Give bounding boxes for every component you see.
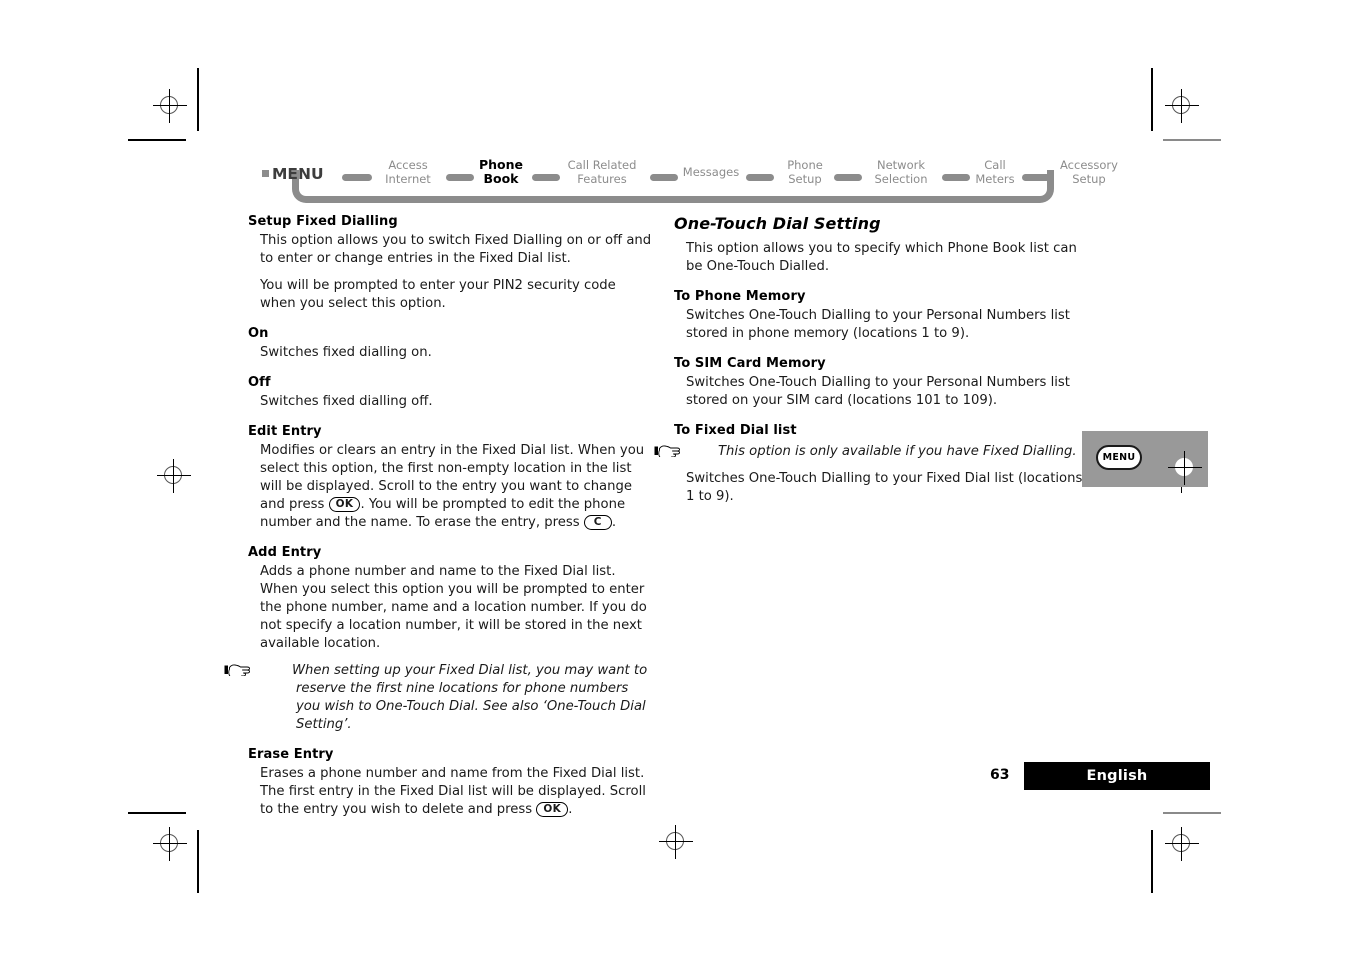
pointing-hand-icon — [654, 444, 716, 460]
menu-item-line2: Setup — [1072, 171, 1106, 186]
registration-mark-top-left — [153, 89, 187, 123]
menu-item-line2: Setup — [788, 171, 822, 186]
menu-item-messages[interactable]: Messages — [674, 165, 748, 180]
menu-root-label: MENU — [262, 165, 324, 183]
paragraph-add-entry: Adds a phone number and name to the Fixe… — [260, 564, 647, 651]
edit-text-c: . — [611, 515, 617, 530]
paragraph-on: Switches fixed dialling on. — [260, 345, 432, 360]
paragraph-off: Switches fixed dialling off. — [260, 394, 433, 409]
registration-mark-top-right — [1165, 89, 1199, 123]
paragraph-to-sim-card-memory: Switches One-Touch Dialling to your Pers… — [686, 375, 1070, 408]
key-c-icon: C — [583, 515, 612, 530]
paragraph-edit-entry: Modifies or clears an entry in the Fixed… — [248, 442, 652, 532]
heading-to-phone-memory: To Phone Memory — [674, 289, 806, 304]
menu-connector-4 — [746, 174, 774, 181]
menu-item-accessory-setup[interactable]: Accessory Setup — [1046, 158, 1132, 186]
key-ok-icon: OK — [328, 497, 361, 512]
section-title-one-touch-dial-setting: One-Touch Dial Setting — [674, 214, 881, 233]
registration-mark-bottom-right — [1165, 827, 1199, 861]
heading-to-fixed-dial-list: To Fixed Dial list — [674, 423, 797, 438]
crop-line-bottom-left-horizontal — [128, 812, 186, 814]
left-text-column: Setup Fixed Dialling This option allows … — [224, 214, 652, 828]
paragraph-setup-2: You will be prompted to enter your PIN2 … — [260, 278, 616, 311]
heading-edit-entry: Edit Entry — [248, 424, 322, 439]
menu-item-line2: Selection — [874, 171, 928, 186]
registration-mark-illustration — [1168, 451, 1202, 485]
menu-item-line2: Internet — [385, 171, 431, 186]
paragraph-to-fixed-dial-list: Switches One-Touch Dialling to your Fixe… — [686, 471, 1083, 504]
menu-item-line2: Meters — [975, 171, 1015, 186]
note-add-entry-text: When setting up your Fixed Dial list, yo… — [292, 663, 648, 732]
menu-item-phone-book[interactable]: Phone Book — [470, 158, 532, 186]
note-add-entry: When setting up your Fixed Dial list, yo… — [224, 662, 652, 734]
crop-line-top-left-vertical — [197, 68, 199, 131]
menu-item-line1: Call — [984, 158, 1006, 172]
menu-breadcrumb-bar: MENU Access Internet Phone Book Call Rel… — [262, 152, 1118, 206]
heading-on: On — [248, 326, 269, 341]
menu-item-line1: Messages — [682, 165, 740, 179]
menu-key-button[interactable]: MENU — [1096, 445, 1142, 470]
heading-to-sim-card-memory: To SIM Card Memory — [674, 356, 826, 371]
erase-text-a: Erases a phone number and name from the … — [260, 766, 646, 817]
right-text-column: One-Touch Dial Setting This option allow… — [654, 214, 1084, 515]
menu-item-line2: Book — [483, 171, 519, 186]
heading-erase-entry: Erase Entry — [248, 747, 334, 762]
menu-connector-0 — [342, 174, 372, 181]
menu-item-access-internet[interactable]: Access Internet — [372, 158, 444, 186]
menu-item-line1: Phone — [787, 158, 823, 172]
heading-add-entry: Add Entry — [248, 545, 322, 560]
menu-item-line1: Network — [876, 158, 926, 172]
menu-item-line1: Access — [388, 158, 428, 172]
note-fixed-dial-text: This option is only available if you hav… — [718, 444, 1077, 459]
pointing-hand-icon — [224, 663, 290, 679]
menu-key-illustration: MENU — [1082, 431, 1208, 487]
crop-line-top-right-vertical — [1151, 68, 1153, 131]
crop-line-bottom-right-vertical — [1151, 830, 1153, 893]
paragraph-to-phone-memory: Switches One-Touch Dialling to your Pers… — [686, 308, 1070, 341]
menu-item-network-selection[interactable]: Network Selection — [858, 158, 944, 186]
menu-item-line1: Call Related — [567, 158, 637, 172]
menu-item-line2: Features — [577, 171, 627, 186]
crop-line-bottom-right-horizontal — [1163, 812, 1221, 814]
paragraph-setup-1: This option allows you to switch Fixed D… — [260, 233, 652, 266]
menu-item-line1: Accessory — [1060, 158, 1118, 172]
menu-item-call-meters[interactable]: Call Meters — [964, 158, 1026, 186]
note-fixed-dial: This option is only available if you hav… — [654, 443, 1084, 461]
language-tag: English — [1024, 762, 1210, 790]
page-footer: 63 English — [990, 762, 1210, 790]
menu-item-line1: Phone — [478, 157, 524, 172]
registration-mark-bottom-center — [659, 825, 693, 859]
erase-text-b: . — [568, 802, 573, 817]
crop-line-top-right-horizontal — [1163, 139, 1221, 141]
paragraph-one-touch-intro: This option allows you to specify which … — [686, 241, 1077, 274]
page-number: 63 — [990, 767, 1010, 783]
heading-off: Off — [248, 375, 271, 390]
paragraph-erase-entry: Erases a phone number and name from the … — [248, 765, 652, 819]
menu-item-call-related-features[interactable]: Call Related Features — [556, 158, 648, 186]
registration-mark-bottom-left — [153, 827, 187, 861]
menu-bullet-icon — [262, 170, 269, 177]
crop-line-bottom-left-vertical — [197, 830, 199, 893]
menu-item-phone-setup[interactable]: Phone Setup — [774, 158, 836, 186]
key-ok-icon: OK — [536, 802, 569, 817]
crop-line-top-left-horizontal — [128, 139, 186, 141]
heading-setup-fixed-dialling: Setup Fixed Dialling — [248, 214, 398, 229]
registration-mark-middle-left — [157, 459, 191, 493]
